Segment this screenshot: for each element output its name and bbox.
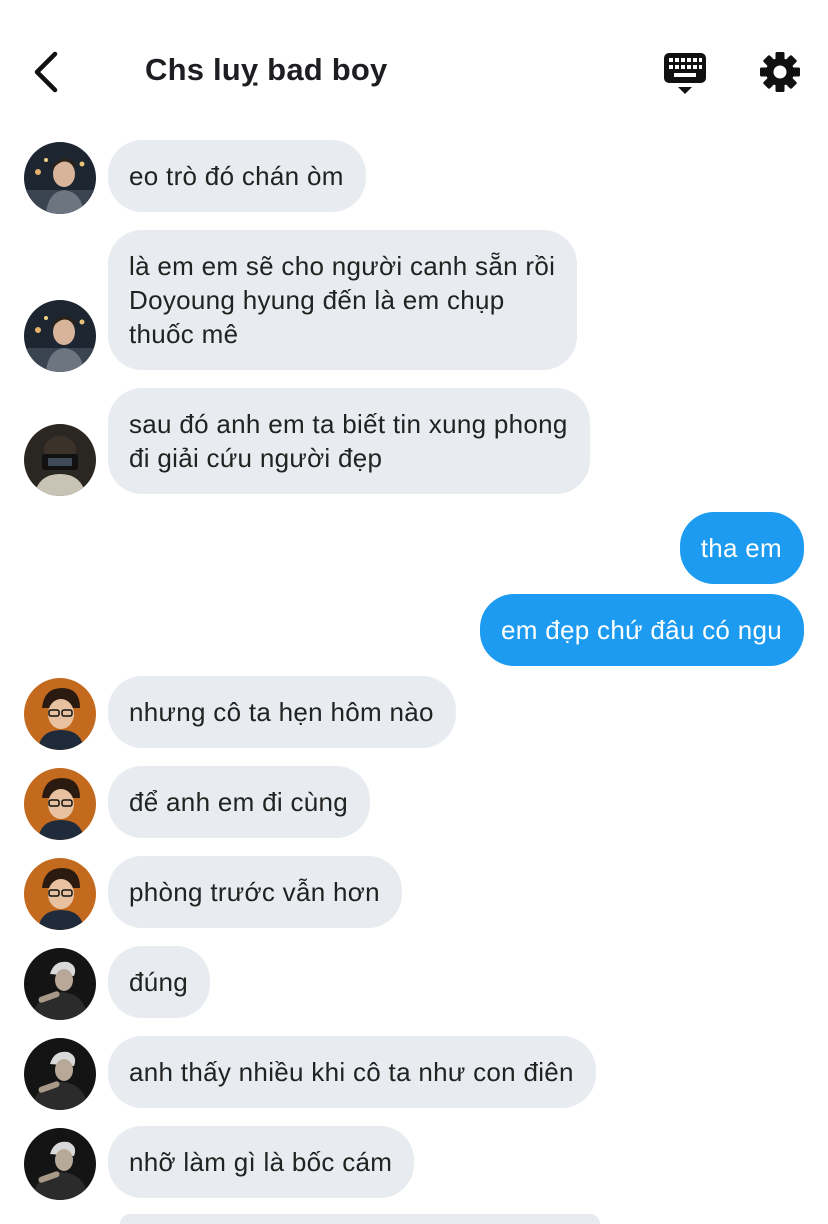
- message-bubble[interactable]: anh thấy nhiều khi cô ta như con điên: [108, 1036, 596, 1108]
- message-bubble[interactable]: nhưng cô ta hẹn hôm nào: [108, 676, 456, 748]
- avatar[interactable]: [24, 1038, 96, 1110]
- message-row: anh thấy nhiều khi cô ta như con điên: [0, 1036, 828, 1110]
- message-row: nhỡ làm gì là bốc cám: [0, 1126, 828, 1200]
- message-row: phòng trước vẫn hơn: [0, 856, 828, 930]
- message-row: nhưng cô ta hẹn hôm nào: [0, 676, 828, 750]
- message-bubble[interactable]: đúng: [108, 946, 211, 1018]
- avatar[interactable]: [24, 768, 96, 840]
- message-list[interactable]: eo trò đó chán òm là em em sẽ cho người …: [0, 0, 828, 1224]
- message-bubble[interactable]: nhỡ làm gì là bốc cám: [108, 1126, 415, 1198]
- message-row: là em em sẽ cho người canh sẵn rồi Doyou…: [0, 230, 828, 372]
- avatar[interactable]: [24, 678, 96, 750]
- message-row: tha em: [0, 512, 828, 586]
- avatar[interactable]: [24, 948, 96, 1020]
- avatar[interactable]: [24, 424, 96, 496]
- message-row: để anh em đi cùng: [0, 766, 828, 840]
- message-bubble[interactable]: để anh em đi cùng: [108, 766, 371, 838]
- avatar[interactable]: [24, 142, 96, 214]
- message-bubble[interactable]: sau đó anh em ta biết tin xung phong đi …: [108, 388, 590, 494]
- avatar[interactable]: [24, 300, 96, 372]
- message-row: eo trò đó chán òm: [0, 140, 828, 214]
- message-bubble[interactable]: eo trò đó chán òm: [108, 140, 366, 212]
- message-bubble-partial: [120, 1214, 600, 1224]
- avatar[interactable]: [24, 858, 96, 930]
- message-bubble[interactable]: em đẹp chứ đâu có ngu: [479, 594, 804, 666]
- message-row: em đẹp chứ đâu có ngu: [0, 594, 828, 668]
- avatar[interactable]: [24, 1128, 96, 1200]
- message-bubble[interactable]: là em em sẽ cho người canh sẵn rồi Doyou…: [108, 230, 578, 370]
- message-bubble[interactable]: tha em: [679, 512, 804, 584]
- message-row: đúng: [0, 946, 828, 1020]
- message-row: sau đó anh em ta biết tin xung phong đi …: [0, 388, 828, 496]
- message-bubble[interactable]: phòng trước vẫn hơn: [108, 856, 402, 928]
